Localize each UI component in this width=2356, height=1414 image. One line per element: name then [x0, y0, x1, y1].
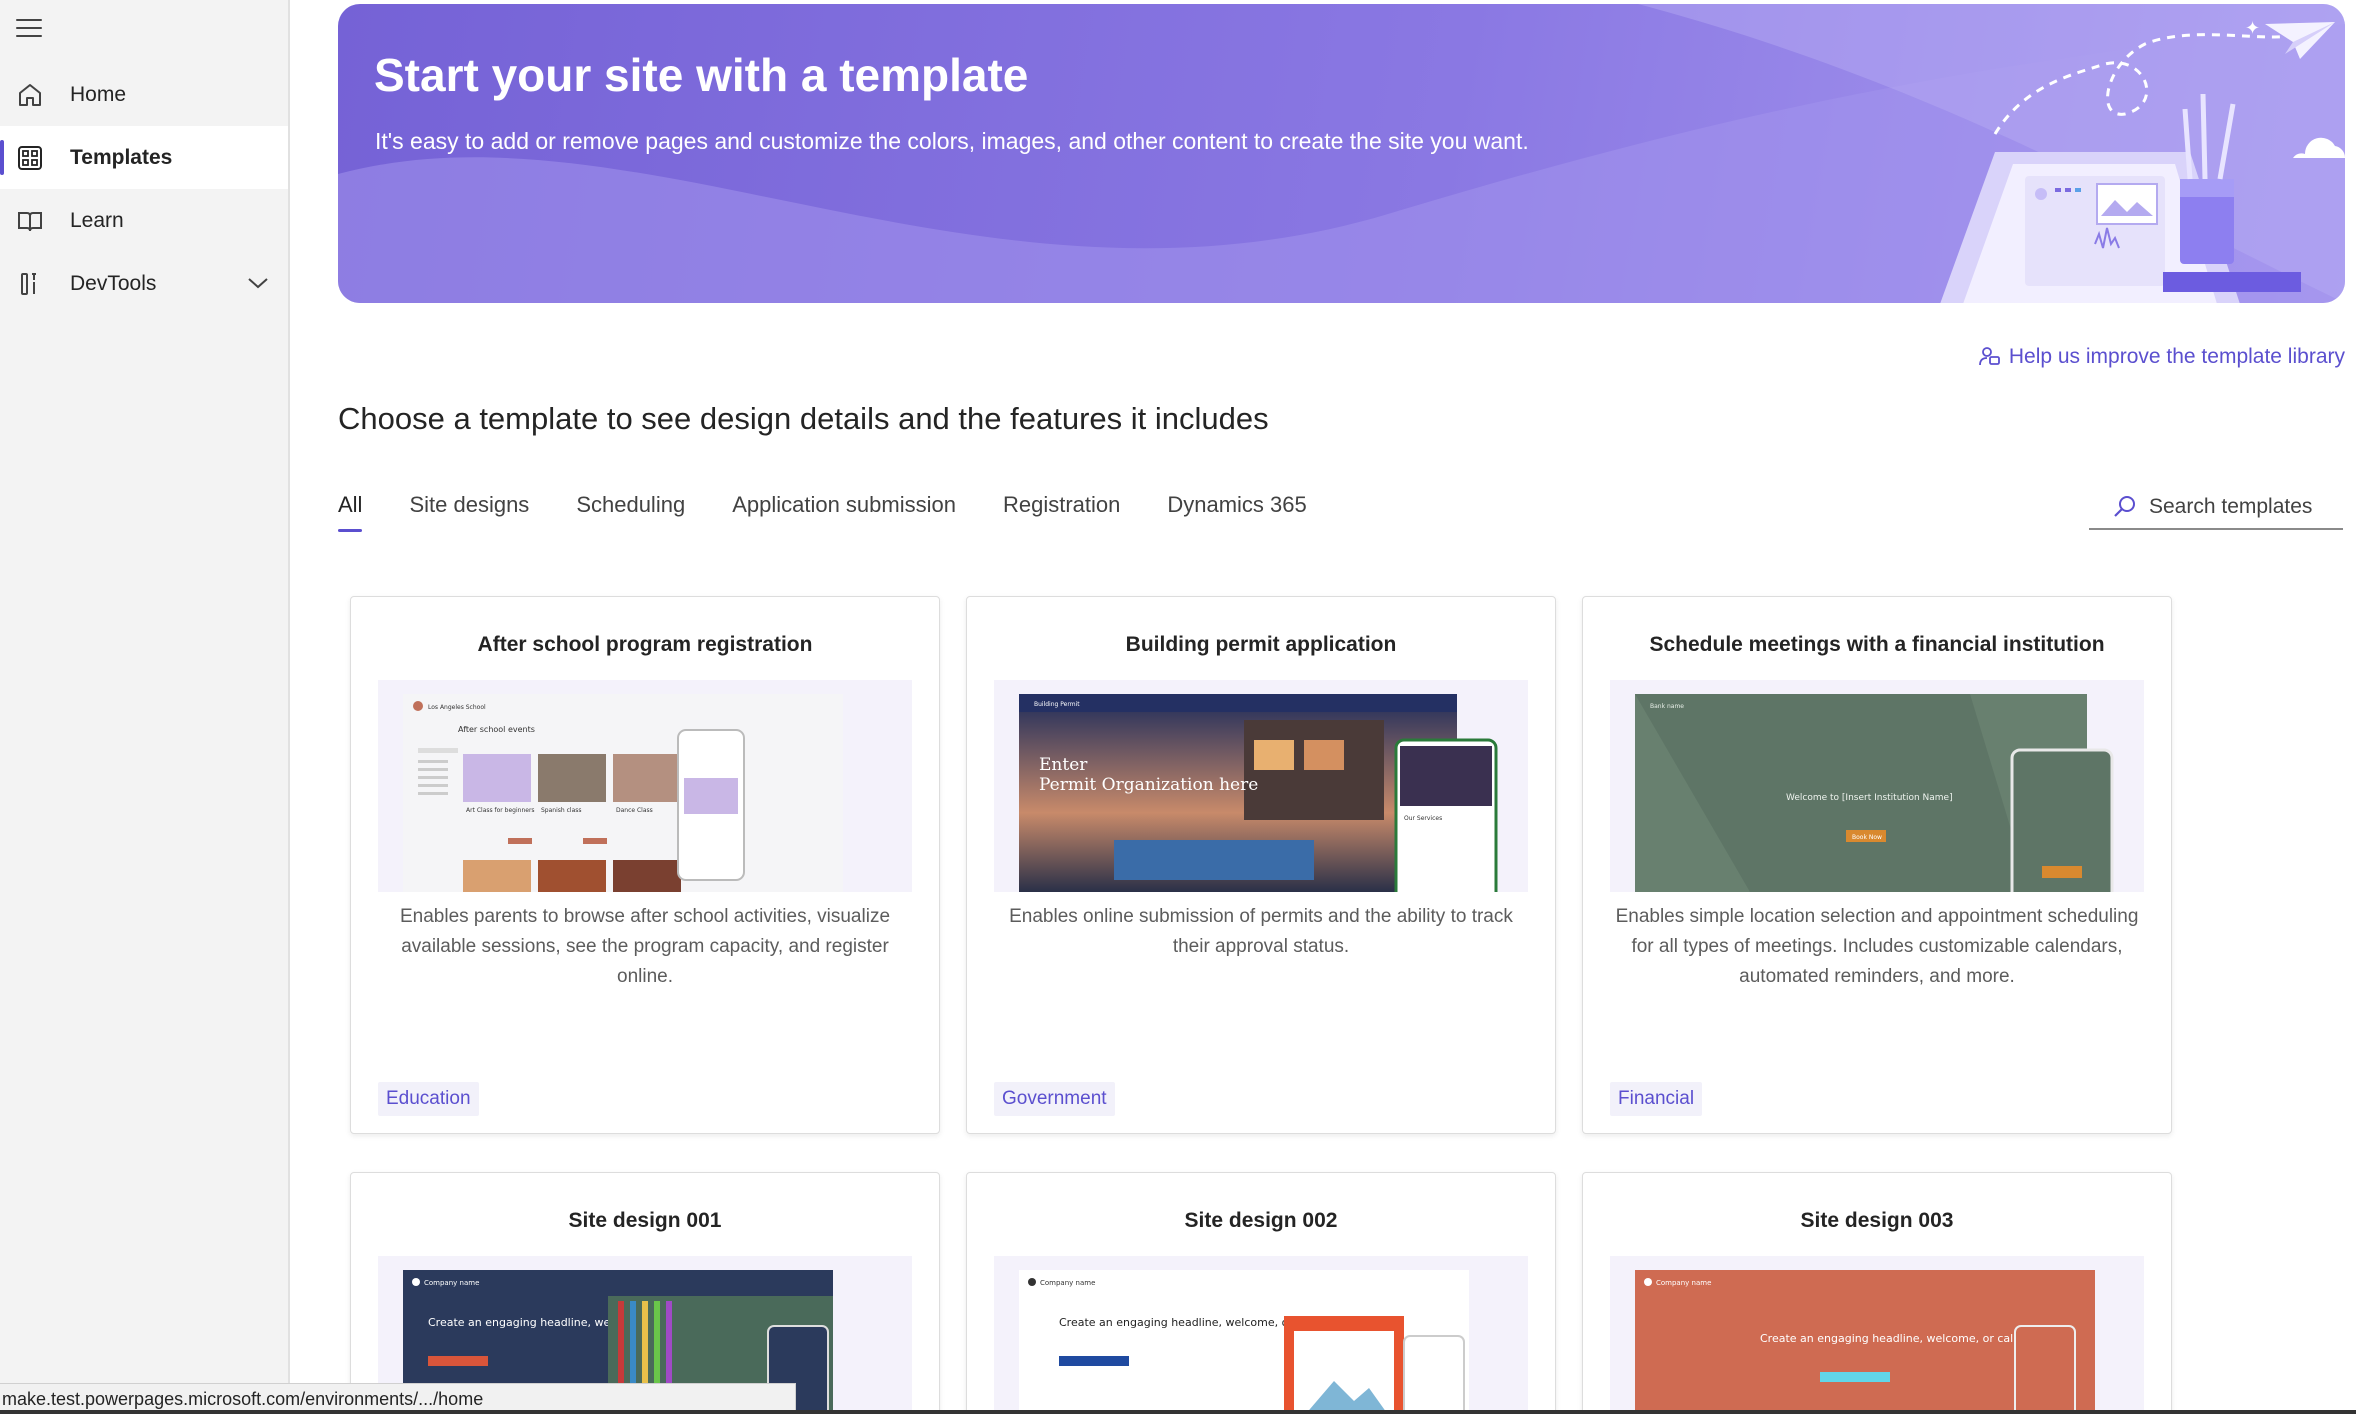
card-title: Site design 002	[1184, 1209, 1338, 1232]
card-preview-image: Building Permit Enter Permit Organizatio…	[994, 680, 1528, 892]
search-icon	[2113, 495, 2137, 519]
tab-dynamics-365[interactable]: Dynamics 365	[1167, 492, 1306, 532]
tab-site-designs[interactable]: Site designs	[409, 492, 529, 532]
section-title: Choose a template to see design details …	[338, 401, 1269, 436]
card-preview-image: Bank name Welcome to [Insert Institution…	[1610, 680, 2144, 892]
preview-brand: Los Angeles School	[428, 704, 486, 711]
preview-heading: After school events	[458, 725, 535, 734]
preview-item: Art Class for beginners	[466, 807, 535, 814]
preview-item: Spanish class	[541, 807, 582, 814]
search-input[interactable]	[2149, 495, 2329, 519]
help-link-label: Help us improve the template library	[2008, 345, 2345, 368]
card-preview-image: Los Angeles School After school events A…	[378, 680, 912, 892]
chevron-down-icon[interactable]	[246, 273, 270, 299]
preview-brand: Company name	[424, 1279, 479, 1287]
nav-item-label: Home	[70, 82, 127, 106]
svg-text:✦: ✦	[2245, 18, 2260, 39]
card-description: Enables parents to browse after school a…	[399, 906, 891, 987]
search-box[interactable]	[2089, 486, 2343, 530]
svg-text:Our Services: Our Services	[1404, 815, 1442, 822]
category-tag: Financial	[1610, 1082, 1703, 1116]
card-title: Schedule meetings with a financial insti…	[1649, 633, 2105, 656]
tab-application-submission[interactable]: Application submission	[732, 492, 956, 532]
laptop-illustration: ✦	[1940, 18, 2345, 303]
banner-subtitle: It's easy to add or remove pages and cus…	[375, 128, 1529, 154]
card-title: Site design 003	[1800, 1209, 1954, 1232]
templates-icon	[16, 144, 44, 172]
book-icon	[16, 207, 44, 235]
card-description: Enables simple location selection and ap…	[1615, 906, 2139, 987]
main-content: Start your site with a template It's eas…	[292, 0, 2356, 1414]
help-improve-link[interactable]: Help us improve the template library	[1978, 345, 2345, 369]
preview-button: Book Now	[1852, 834, 1882, 841]
left-nav: Home Templates Learn DevTools	[0, 0, 290, 1414]
window-bottom-border	[0, 1410, 2356, 1414]
template-card-building-permit[interactable]: Building permit application Building Per…	[966, 596, 1556, 1134]
home-icon	[16, 81, 44, 109]
preview-hero-line1: Enter	[1039, 755, 1088, 775]
preview-hero: Welcome to [Insert Institution Name]	[1786, 793, 1953, 803]
card-title: Building permit application	[1125, 633, 1397, 656]
card-title: After school program registration	[477, 633, 813, 656]
card-description: Enables online submission of permits and…	[1009, 906, 1513, 957]
tab-registration[interactable]: Registration	[1003, 492, 1120, 532]
nav-item-learn[interactable]: Learn	[0, 189, 288, 252]
preview-item: Dance Class	[616, 807, 653, 814]
category-tag: Government	[994, 1082, 1115, 1116]
card-title: Site design 001	[568, 1209, 722, 1232]
template-card-site-design-001[interactable]: Site design 001 Company name Create an e…	[350, 1172, 940, 1414]
hero-banner: Start your site with a template It's eas…	[338, 4, 2345, 303]
preview-brand: Company name	[1656, 1279, 1711, 1287]
nav-item-label: DevTools	[70, 271, 157, 295]
template-card-site-design-003[interactable]: Site design 003 Company name Create an e…	[1582, 1172, 2172, 1414]
template-card-after-school[interactable]: After school program registration Los An…	[350, 596, 940, 1134]
hamburger-menu-icon[interactable]	[14, 16, 44, 40]
nav-item-home[interactable]: Home	[0, 63, 288, 126]
nav-list: Home Templates Learn DevTools	[0, 63, 288, 315]
banner-title: Start your site with a template	[374, 49, 1029, 101]
template-card-site-design-002[interactable]: Site design 002 Company name Create an e…	[966, 1172, 1556, 1414]
category-tabs: All Site designs Scheduling Application …	[338, 492, 1354, 532]
card-preview-image: Company name Create an engaging headline…	[1610, 1256, 2144, 1414]
preview-brand: Building Permit	[1034, 701, 1080, 708]
preview-brand: Company name	[1040, 1279, 1095, 1287]
preview-hero-line2: Permit Organization here	[1039, 775, 1258, 795]
card-preview-image: Company name Create an engaging headline…	[994, 1256, 1528, 1414]
nav-item-label: Templates	[70, 145, 173, 169]
tab-scheduling[interactable]: Scheduling	[576, 492, 685, 532]
category-tag: Education	[378, 1082, 479, 1116]
devtools-icon	[16, 270, 44, 298]
people-feedback-icon	[1978, 346, 2001, 368]
tab-all[interactable]: All	[338, 492, 363, 532]
nav-item-label: Learn	[70, 208, 124, 232]
preview-brand: Bank name	[1650, 703, 1684, 710]
nav-item-templates[interactable]: Templates	[0, 126, 288, 189]
nav-item-devtools[interactable]: DevTools	[0, 252, 288, 315]
template-card-financial-meetings[interactable]: Schedule meetings with a financial insti…	[1582, 596, 2172, 1134]
